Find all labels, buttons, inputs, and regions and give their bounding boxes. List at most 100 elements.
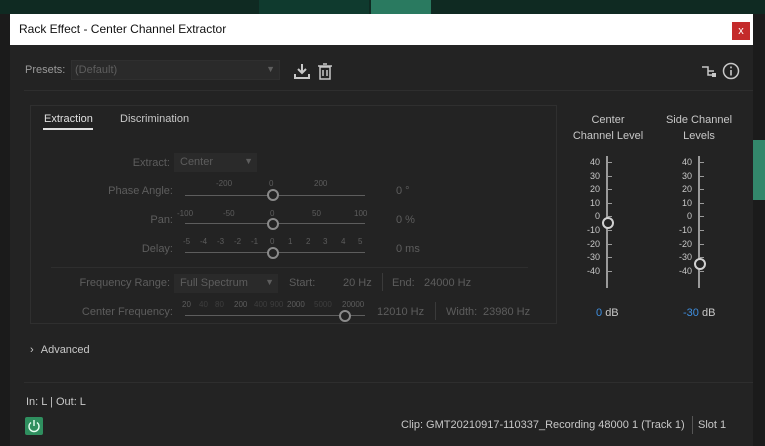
tick-label: 200 <box>314 179 328 188</box>
side-title-line2: Levels <box>683 130 715 142</box>
delay-knob[interactable] <box>267 247 279 259</box>
delete-preset-icon[interactable] <box>316 62 334 80</box>
presets-dropdown[interactable]: (Default) ▼ <box>71 60 280 80</box>
side-title-line1: Side Channel <box>665 114 733 126</box>
tick-label: 200 <box>234 300 248 309</box>
meter-scale-label: 40 <box>589 157 600 167</box>
meter-scale-label: -40 <box>586 265 600 276</box>
meter-tick <box>700 216 704 218</box>
meter-scale-label: 10 <box>681 197 692 208</box>
rack-effect-dialog: Rack Effect - Center Channel Extractor x… <box>10 14 753 446</box>
phase-angle-knob[interactable] <box>267 189 279 201</box>
center-level-value[interactable]: 0 dB <box>596 307 619 319</box>
tick-label: 2 <box>306 237 311 246</box>
center-level-unit: dB <box>605 307 619 319</box>
end-value[interactable]: 24000 Hz <box>424 277 471 289</box>
close-button[interactable]: x <box>732 22 750 40</box>
extract-dropdown[interactable]: Center ▼ <box>174 153 257 172</box>
chevron-down-icon: ▼ <box>244 156 253 166</box>
pan-label: Pan: <box>150 214 173 226</box>
meter-tick <box>608 189 612 191</box>
title-bar[interactable]: Rack Effect - Center Channel Extractor x <box>10 14 753 45</box>
power-button[interactable] <box>25 417 43 435</box>
center-frequency-knob[interactable] <box>339 310 351 322</box>
tick-label: -100 <box>177 209 194 218</box>
side-level-number: -30 <box>683 307 699 319</box>
info-icon[interactable] <box>722 62 740 80</box>
meter-tick <box>700 202 704 204</box>
divider <box>24 90 753 91</box>
save-preset-icon[interactable] <box>293 62 311 80</box>
routing-icon[interactable] <box>700 62 718 80</box>
meter-scale-label: -20 <box>586 238 600 249</box>
tab-discrimination[interactable]: Discrimination <box>120 113 189 125</box>
meter-tick <box>700 189 704 191</box>
meter-scale-label: -40 <box>678 265 692 276</box>
start-value[interactable]: 20 Hz <box>343 277 372 289</box>
divider <box>24 382 753 383</box>
meter-scale-label: 20 <box>589 184 600 195</box>
meter-tick <box>700 162 704 163</box>
phase-angle-value[interactable]: 0 ° <box>396 185 410 197</box>
meter-tick <box>700 175 704 177</box>
meter-scale-label: -30 <box>586 252 600 263</box>
tick-label: -4 <box>200 237 208 246</box>
meter-scale-label: -10 <box>678 225 692 235</box>
meter-scale-label: 30 <box>589 170 600 181</box>
tick-label: 80 <box>215 300 224 309</box>
tick-label: -5 <box>183 237 191 246</box>
tick-label: 5 <box>358 237 363 246</box>
end-label: End: <box>392 277 415 289</box>
advanced-label: Advanced <box>40 344 90 356</box>
tick-label: 1 <box>288 237 293 246</box>
delay-label: Delay: <box>141 243 173 255</box>
meter-tick <box>608 243 612 245</box>
meter-tick <box>700 257 704 259</box>
power-icon <box>28 420 40 433</box>
center-title-line1: Center <box>591 114 625 126</box>
tick-label: 4 <box>341 237 346 246</box>
width-label: Width: <box>446 306 478 318</box>
pan-value[interactable]: 0 % <box>396 214 415 226</box>
tick-label: -3 <box>217 237 225 246</box>
meter-tick <box>608 216 612 218</box>
pan-knob[interactable] <box>267 218 279 230</box>
meter-scale-label: -30 <box>678 252 692 263</box>
divider <box>435 302 436 320</box>
side-level-knob[interactable] <box>694 258 706 270</box>
center-frequency-slider[interactable] <box>185 315 365 316</box>
tick-label: 400 <box>254 300 268 309</box>
tick-label: 20000 <box>342 300 365 309</box>
meter-scale-label: 20 <box>681 184 692 195</box>
presets-label: Presets: <box>25 64 66 76</box>
chevron-right-icon: › <box>30 344 34 356</box>
center-level-knob[interactable] <box>602 217 614 229</box>
meter-tick <box>608 257 612 259</box>
active-tab-underline <box>43 128 93 130</box>
tick-label: -2 <box>234 237 242 246</box>
tick-label: 40 <box>199 300 208 309</box>
tick-label: 100 <box>354 209 368 218</box>
width-value[interactable]: 23980 Hz <box>483 306 530 318</box>
meter-scale-label: -10 <box>586 225 600 235</box>
tick-label: 5000 <box>314 300 332 309</box>
meter-scale-label: 40 <box>681 157 692 167</box>
frequency-range-value: Full Spectrum <box>180 277 248 289</box>
delay-value[interactable]: 0 ms <box>396 243 420 255</box>
advanced-toggle[interactable]: › Advanced <box>30 344 90 356</box>
meter-tick <box>700 230 704 231</box>
center-frequency-value[interactable]: 12010 Hz <box>377 306 424 318</box>
side-level-value[interactable]: -30 dB <box>683 307 715 319</box>
tick-label: -1 <box>251 237 259 246</box>
frequency-range-label: Frequency Range: <box>79 277 171 289</box>
tick-label: -200 <box>216 179 233 188</box>
frequency-range-dropdown[interactable]: Full Spectrum ▼ <box>174 274 278 293</box>
meter-tick <box>608 230 612 231</box>
background-waveform <box>751 140 765 200</box>
tab-extraction[interactable]: Extraction <box>43 113 93 130</box>
extract-label: Extract: <box>132 157 170 169</box>
divider <box>692 416 693 434</box>
tick-label: 0 <box>270 209 275 218</box>
center-frequency-label: Center Frequency: <box>81 306 173 318</box>
clip-info: Clip: GMT20210917-110337_Recording 48000… <box>401 419 685 431</box>
